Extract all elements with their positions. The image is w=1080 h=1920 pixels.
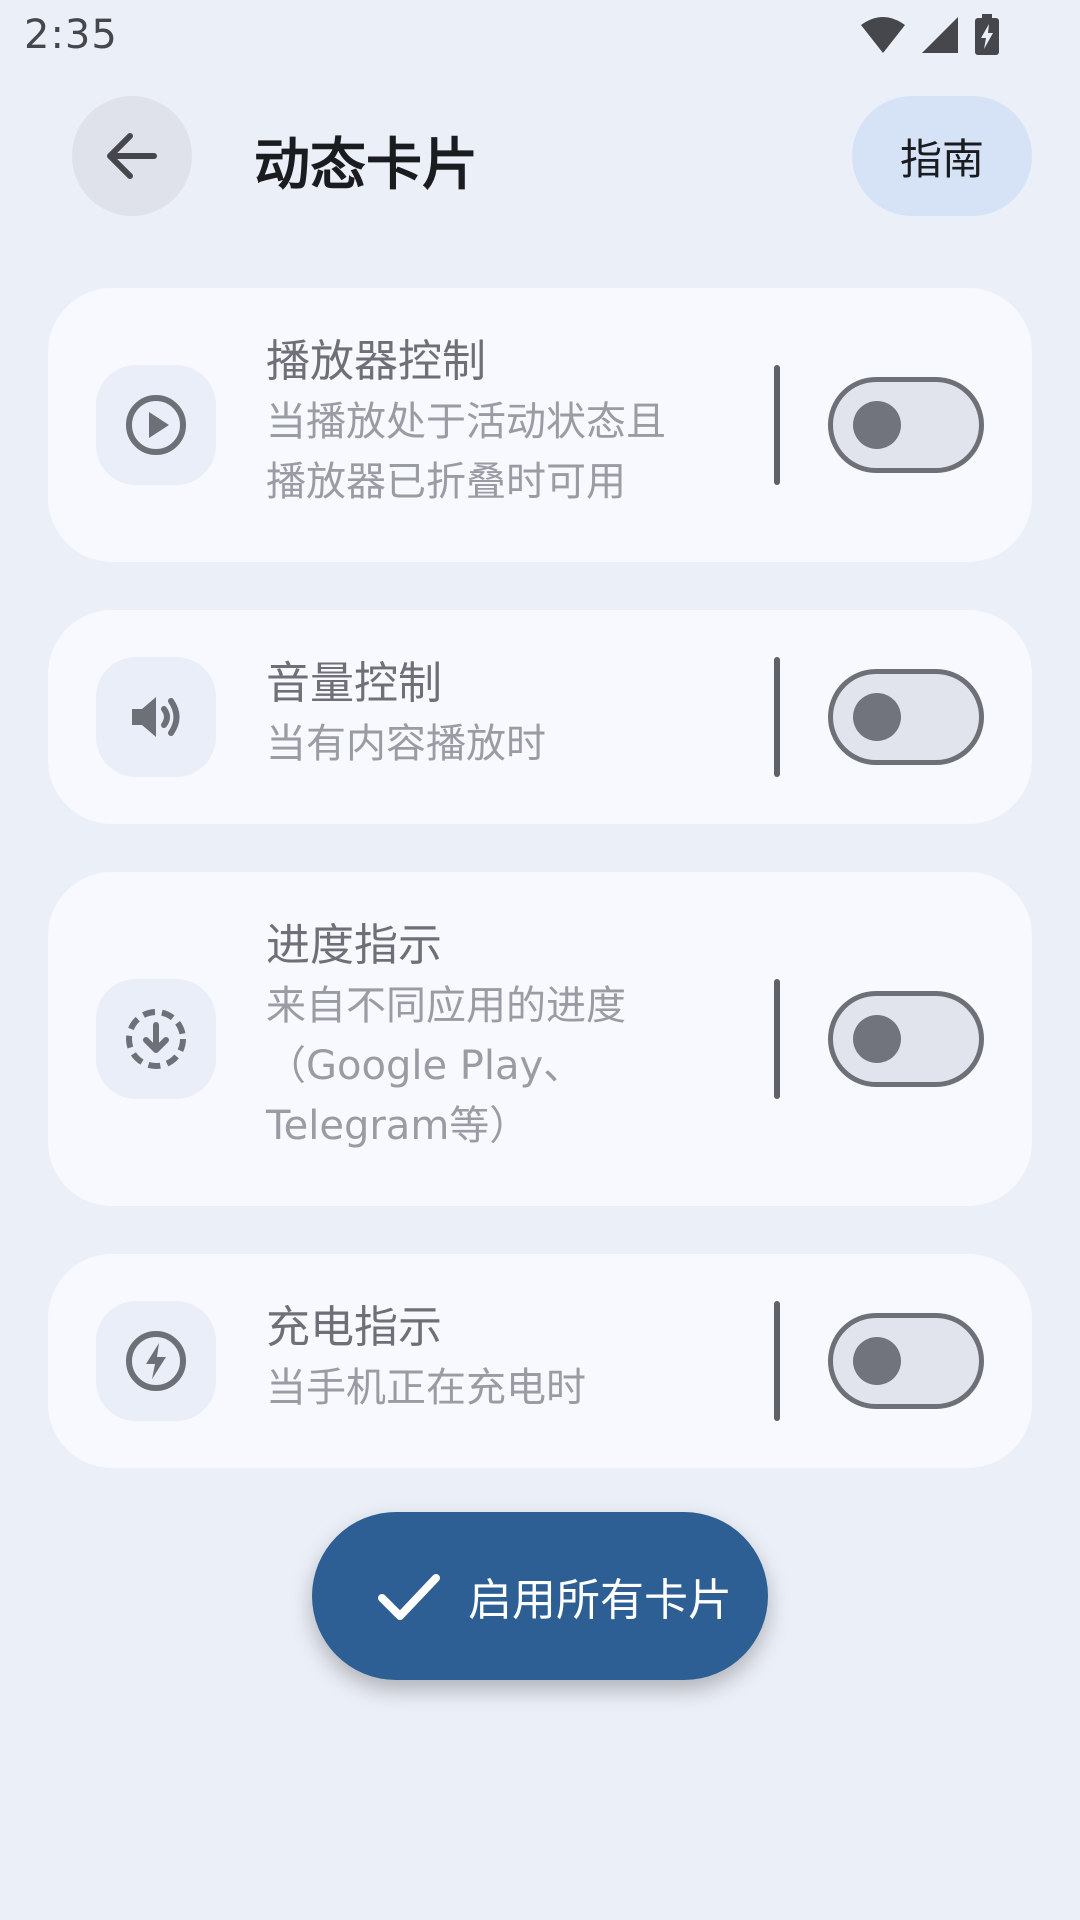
card-title: 进度指示: [266, 920, 442, 971]
card-description-line: 来自不同应用的进度: [266, 983, 626, 1029]
card-description-line: （Google Play、: [266, 1043, 584, 1089]
card-text: 充电指示 当手机正在充电时: [266, 1298, 766, 1418]
check-icon: [378, 1574, 440, 1620]
status-time: 2:35: [24, 12, 118, 58]
card-progress-indicator: 进度指示 来自不同应用的进度 （Google Play、 Telegram等）: [48, 872, 1032, 1206]
card-text: 音量控制 当有内容播放时: [266, 654, 766, 774]
arrow-left-icon: [107, 133, 157, 179]
battery-charging-icon: [975, 14, 999, 55]
card-text: 进度指示 来自不同应用的进度 （Google Play、 Telegram等）: [266, 916, 766, 1156]
card-description-line: 播放器已折叠时可用: [266, 459, 626, 505]
charging-bolt-icon: [126, 1331, 186, 1391]
back-button[interactable]: [72, 96, 192, 216]
page-title: 动态卡片: [254, 133, 478, 198]
top-app-bar: 动态卡片 指南: [0, 96, 1080, 216]
status-icons: [860, 14, 1000, 56]
volume-controls-toggle[interactable]: [828, 669, 984, 765]
player-controls-toggle[interactable]: [828, 377, 984, 473]
toggle-knob: [853, 1015, 901, 1063]
divider: [774, 365, 780, 485]
card-description-line: 当播放处于活动状态且: [266, 399, 666, 445]
divider: [774, 979, 780, 1099]
card-description-line: 当手机正在充电时: [266, 1365, 586, 1411]
card-text: 播放器控制 当播放处于活动状态且 播放器已折叠时可用: [266, 332, 766, 512]
card-description-line: Telegram等）: [266, 1103, 530, 1149]
divider: [774, 657, 780, 777]
card-icon-container: [96, 1301, 216, 1421]
play-circle-icon: [126, 395, 186, 455]
download-progress-icon: [126, 1009, 186, 1069]
card-icon-container: [96, 365, 216, 485]
guide-button[interactable]: 指南: [852, 96, 1032, 216]
toggle-knob: [853, 401, 901, 449]
fab-label: 启用所有卡片: [468, 1575, 732, 1626]
toggle-knob: [853, 693, 901, 741]
signal-icon: [922, 17, 958, 53]
wifi-icon: [861, 17, 905, 53]
charging-indicator-toggle[interactable]: [828, 1313, 984, 1409]
card-title: 播放器控制: [266, 336, 486, 387]
card-title: 音量控制: [266, 658, 442, 709]
card-player-controls: 播放器控制 当播放处于活动状态且 播放器已折叠时可用: [48, 288, 1032, 562]
toggle-knob: [853, 1337, 901, 1385]
card-title: 充电指示: [266, 1302, 442, 1353]
card-icon-container: [96, 657, 216, 777]
progress-indicator-toggle[interactable]: [828, 991, 984, 1087]
card-description-line: 当有内容播放时: [266, 721, 546, 767]
card-volume-controls: 音量控制 当有内容播放时: [48, 610, 1032, 824]
card-charging-indicator: 充电指示 当手机正在充电时: [48, 1254, 1032, 1468]
volume-icon: [132, 697, 180, 737]
status-bar: 2:35: [0, 0, 1080, 76]
divider: [774, 1301, 780, 1421]
card-icon-container: [96, 979, 216, 1099]
enable-all-cards-button[interactable]: 启用所有卡片: [312, 1512, 768, 1680]
